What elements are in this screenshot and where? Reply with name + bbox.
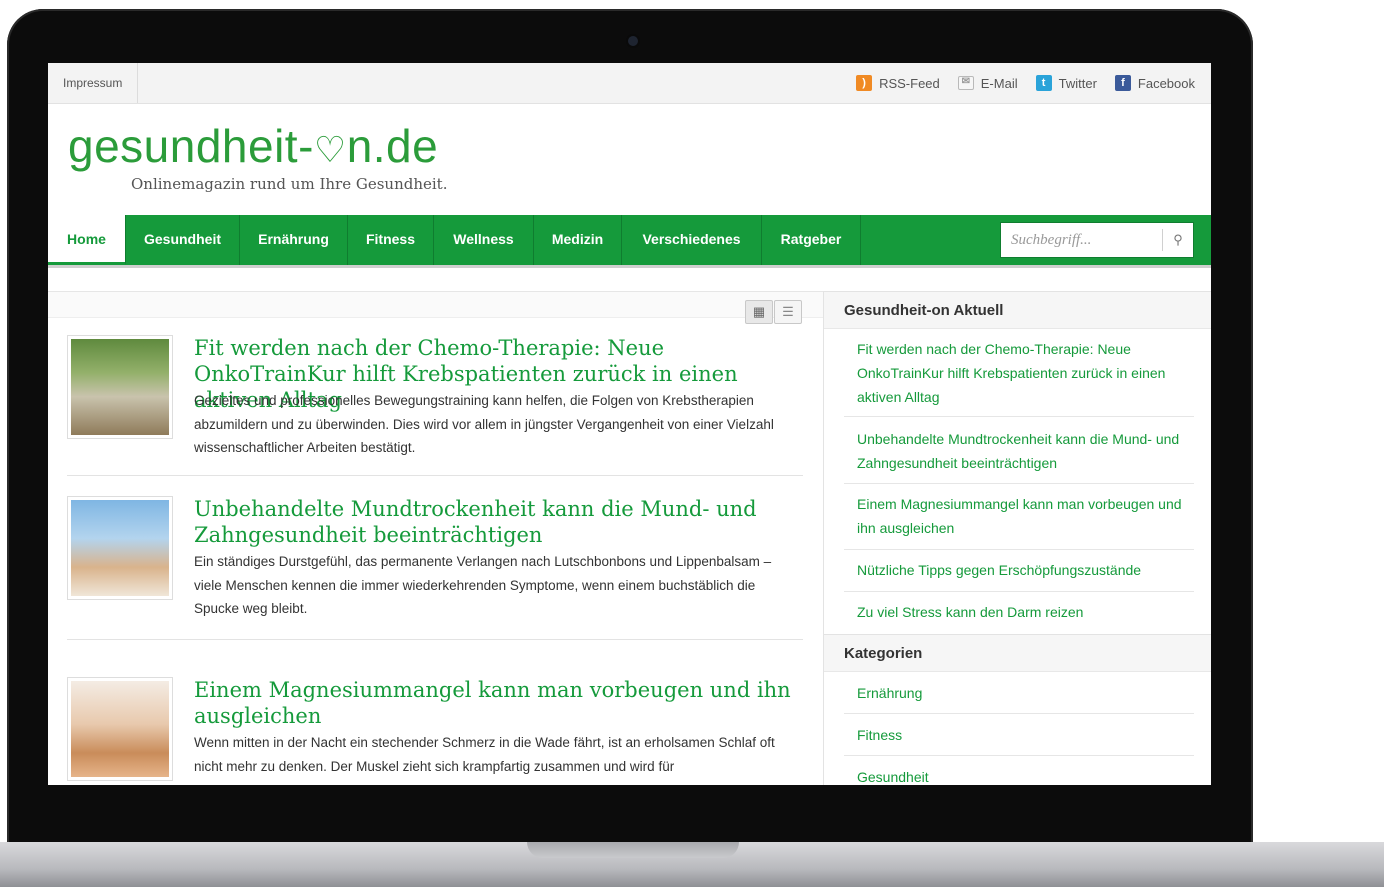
browser-viewport: Impressum ) RSS-Feed ✉ E-Mail t Twitter … xyxy=(48,63,1211,785)
post-thumbnail[interactable] xyxy=(67,335,173,439)
sidebar-divider xyxy=(844,483,1194,484)
search-field[interactable]: Suchbegriff... ⚲ xyxy=(1000,222,1194,258)
sidebar-divider xyxy=(844,713,1194,714)
sidebar-link[interactable]: Unbehandelte Mundtrockenheit kann die Mu… xyxy=(857,427,1195,475)
list-view-icon[interactable]: ☰ xyxy=(774,300,802,324)
site-logo[interactable]: gesundheit-♡n.de xyxy=(68,123,438,173)
laptop-notch xyxy=(527,842,739,858)
category-link[interactable]: Fitness xyxy=(857,723,1195,747)
grid-view-icon[interactable]: ▦ xyxy=(745,300,773,324)
sidebar-link[interactable]: Zu viel Stress kann den Darm reizen xyxy=(857,600,1195,624)
rss-icon: ) xyxy=(856,75,873,91)
top-bar: Impressum ) RSS-Feed ✉ E-Mail t Twitter … xyxy=(48,63,1211,104)
view-toolbar xyxy=(48,291,823,318)
site-tagline: Onlinemagazin rund um Ihre Gesundheit. xyxy=(131,175,448,193)
category-link[interactable]: Gesundheit xyxy=(857,765,1195,785)
logo-text-start: gesundheit- xyxy=(68,120,314,172)
rss-feed-link[interactable]: ) RSS-Feed xyxy=(856,75,940,91)
nav-item-fitness[interactable]: Fitness xyxy=(348,215,434,265)
search-input[interactable]: Suchbegriff... xyxy=(1011,223,1091,257)
post-item: Fit werden nach der Chemo-Therapie: Neue… xyxy=(67,335,803,455)
social-links: ) RSS-Feed ✉ E-Mail t Twitter f Facebook xyxy=(856,63,1195,103)
twitter-link[interactable]: t Twitter xyxy=(1035,75,1097,91)
sidebar-divider xyxy=(844,755,1194,756)
nav-item-gesundheit[interactable]: Gesundheit xyxy=(126,215,240,265)
facebook-icon: f xyxy=(1114,75,1131,91)
main-navigation: Home Gesundheit Ernährung Fitness Wellne… xyxy=(48,215,1211,268)
post-item: Einem Magnesiummangel kann man vorbeugen… xyxy=(67,677,803,785)
twitter-label: Twitter xyxy=(1058,75,1097,91)
sidebar-heading-kategorien: Kategorien xyxy=(824,634,1211,672)
sidebar-heading-aktuell: Gesundheit-on Aktuell xyxy=(824,291,1211,329)
post-excerpt: Gezieltes und professionelles Bewegungst… xyxy=(194,393,774,455)
post-title[interactable]: Einem Magnesiummangel kann man vorbeugen… xyxy=(194,677,794,729)
sidebar: Gesundheit-on Aktuell Fit werden nach de… xyxy=(823,291,1211,785)
email-label: E-Mail xyxy=(980,75,1018,91)
post-thumbnail[interactable] xyxy=(67,677,173,781)
sidebar-link[interactable]: Einem Magnesiummangel kann man vorbeugen… xyxy=(857,492,1195,540)
sidebar-divider xyxy=(844,549,1194,550)
camera-icon xyxy=(626,34,640,48)
post-thumbnail[interactable] xyxy=(67,496,173,600)
post-list: ▦ ☰ Fit werden nach der Chemo-Therapie: … xyxy=(48,291,823,785)
sidebar-divider xyxy=(844,591,1194,592)
category-link[interactable]: Ernährung xyxy=(857,681,1195,705)
post-divider xyxy=(67,639,803,640)
sidebar-link[interactable]: Fit werden nach der Chemo-Therapie: Neue… xyxy=(857,337,1195,409)
post-excerpt: Ein ständiges Durstgefühl, das permanent… xyxy=(194,554,772,616)
sidebar-divider xyxy=(844,416,1194,417)
nav-item-medizin[interactable]: Medizin xyxy=(534,215,622,265)
nav-item-home[interactable]: Home xyxy=(48,215,126,265)
logo-text-end: n.de xyxy=(346,120,439,172)
search-icon[interactable]: ⚲ xyxy=(1162,229,1193,251)
nav-item-verschiedenes[interactable]: Verschiedenes xyxy=(622,215,762,265)
post-title[interactable]: Unbehandelte Mundtrockenheit kann die Mu… xyxy=(194,496,794,548)
twitter-icon: t xyxy=(1035,75,1052,91)
post-divider xyxy=(67,475,803,476)
sidebar-link[interactable]: Nützliche Tipps gegen Erschöpfungszustän… xyxy=(857,558,1195,582)
email-link[interactable]: ✉ E-Mail xyxy=(957,75,1018,91)
heart-check-icon: ♡ xyxy=(313,129,347,170)
facebook-label: Facebook xyxy=(1137,75,1195,91)
rss-feed-label: RSS-Feed xyxy=(879,75,940,91)
post-excerpt: Wenn mitten in der Nacht ein stechender … xyxy=(194,735,775,774)
facebook-link[interactable]: f Facebook xyxy=(1114,75,1195,91)
nav-item-ernaehrung[interactable]: Ernährung xyxy=(240,215,348,265)
impressum-link[interactable]: Impressum xyxy=(48,63,139,103)
post-item: Unbehandelte Mundtrockenheit kann die Mu… xyxy=(67,496,803,616)
nav-item-wellness[interactable]: Wellness xyxy=(434,215,534,265)
mail-icon: ✉ xyxy=(957,76,974,90)
nav-item-ratgeber[interactable]: Ratgeber xyxy=(762,215,861,265)
